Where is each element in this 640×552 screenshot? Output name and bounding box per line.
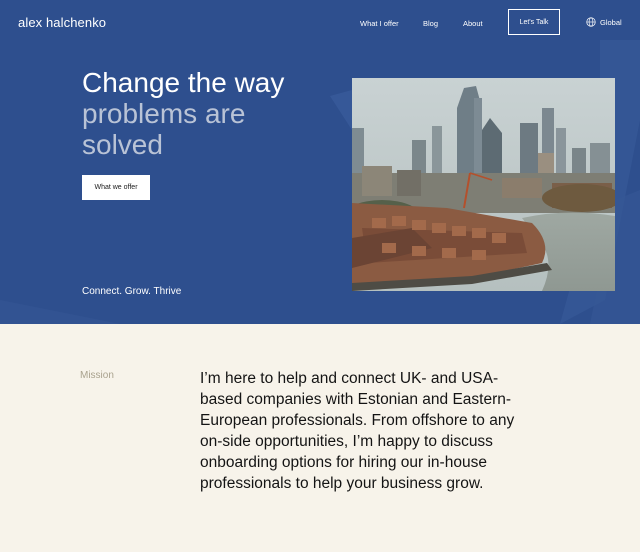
top-navigation: alex halchenko What I offer Blog About L…	[0, 0, 640, 46]
brand-logo[interactable]: alex halchenko	[18, 15, 106, 30]
globe-icon	[586, 17, 596, 27]
hero-section: alex halchenko What I offer Blog About L…	[0, 0, 640, 324]
mission-section: Mission I’m here to help and connect UK-…	[0, 324, 640, 552]
nav-about[interactable]: About	[463, 19, 483, 28]
nav-what-i-offer[interactable]: What I offer	[360, 19, 399, 28]
what-we-offer-label: What we offer	[94, 184, 138, 191]
mission-label: Mission	[80, 370, 114, 381]
city-skyline-illustration	[352, 78, 615, 291]
global-language-selector[interactable]: Global	[586, 17, 622, 27]
headline-line-2: problems are	[82, 98, 246, 129]
headline-line-1: Change the way	[82, 67, 285, 98]
mission-text: I’m here to help and connect UK- and USA…	[200, 370, 515, 492]
lets-talk-button[interactable]: Let's Talk	[508, 9, 560, 35]
lets-talk-label: Let's Talk	[519, 18, 549, 26]
city-skyline-photo	[352, 78, 615, 291]
what-we-offer-button[interactable]: What we offer	[82, 175, 150, 200]
headline-line-3: solved	[82, 129, 163, 160]
hero-headline: Change the way problems are solved	[82, 67, 284, 160]
nav-blog[interactable]: Blog	[423, 19, 438, 28]
hero-tagline: Connect. Grow. Thrive	[82, 286, 182, 297]
global-label: Global	[600, 17, 622, 27]
